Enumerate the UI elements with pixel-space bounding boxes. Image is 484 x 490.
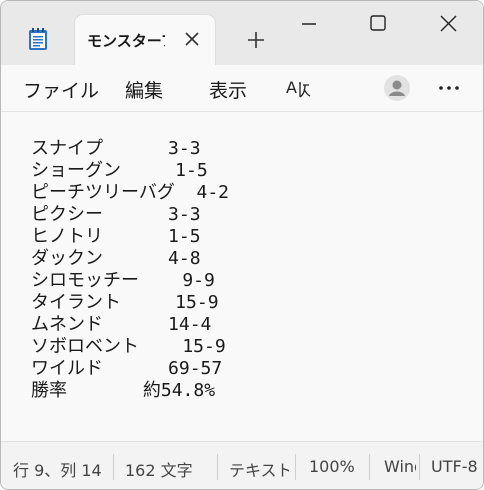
status-divider [295,454,296,480]
status-zoom[interactable]: 100% [309,457,359,479]
text-line: ワイルド 69-57 [31,358,223,379]
svg-text:A: A [286,78,297,97]
status-divider [217,454,218,480]
text-line: ダックン 4-8 [31,248,201,269]
status-encoding[interactable]: UTF-8 [431,457,483,479]
document-text[interactable]: スナイプ 3-3 ショーグン 1-5 ピーチツリーバグ 4-2 ピクシー 3-3… [31,138,461,434]
text-line: シロモッチー 9-9 [31,270,215,291]
status-divider [419,454,420,480]
text-line: ショーグン 1-5 [31,160,208,181]
maximize-icon[interactable] [355,9,401,39]
status-cursor-position[interactable]: 行 9、列 14 [13,457,109,479]
notepad-app-icon [29,28,47,50]
text-editor[interactable]: スナイプ 3-3 ショーグン 1-5 ピーチツリーバグ 4-2 ピクシー 3-3… [1,112,483,441]
text-line: ピーチツリーバグ 4-2 [31,182,230,203]
text-line: ムネンド 14-4 [31,314,212,335]
status-line-ending[interactable]: Windows (CRLF) [384,457,416,479]
status-divider [369,454,370,480]
status-bar: 行 9、列 14 162 文字 テキスト 100% Windows (CRLF)… [1,441,483,489]
title-bar: モンスターフ [1,1,483,65]
new-tab-icon[interactable] [245,29,267,51]
menu-edit[interactable]: 編集 [125,76,163,102]
tab-document[interactable]: モンスターフ [75,15,215,65]
text-line: スナイプ 3-3 [31,138,201,159]
text-line: ヒノトリ 1-5 [31,226,201,247]
status-format[interactable]: テキスト [229,457,289,479]
status-char-count: 162 文字 [125,461,193,479]
notepad-window: モンスターフ ファイル 編集 表示 A [0,0,484,490]
copilot-icon[interactable]: A [285,75,311,101]
menu-bar: ファイル 編集 表示 A [1,65,483,112]
menu-file[interactable]: ファイル [23,76,99,102]
status-divider [113,454,114,480]
tab-title: モンスターフ [87,32,165,50]
text-line: タイラント 15-9 [31,292,219,313]
more-icon[interactable] [435,76,463,100]
text-line: 勝率 約54.8% [31,380,216,401]
menu-view[interactable]: 表示 [209,76,247,102]
minimize-icon[interactable] [285,9,331,39]
text-line: ソボロベント 15-9 [31,336,226,357]
account-icon[interactable] [383,74,411,102]
close-tab-icon[interactable] [181,28,203,50]
close-window-icon[interactable] [425,9,471,39]
text-line: ピクシー 3-3 [31,204,201,225]
